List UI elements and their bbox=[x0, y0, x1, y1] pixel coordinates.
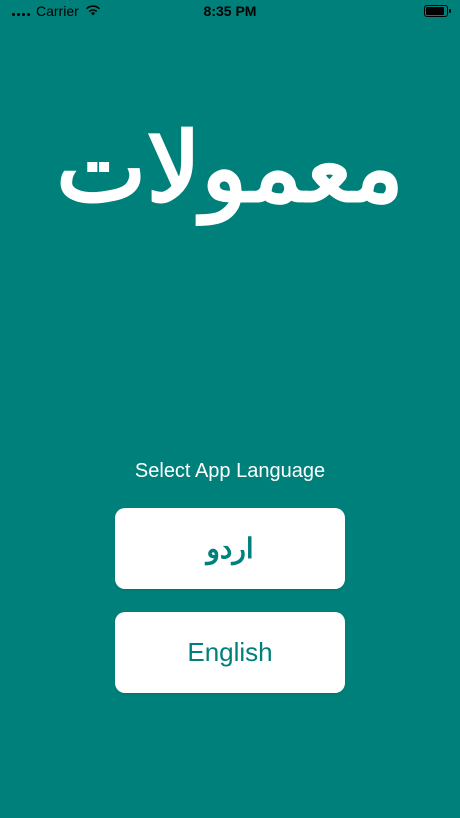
english-language-button-label: English bbox=[187, 637, 273, 667]
urdu-language-button-label: اردو bbox=[206, 532, 254, 565]
status-time: 8:35 PM bbox=[203, 3, 257, 19]
select-app-language-label: Select App Language bbox=[134, 460, 326, 482]
english-language-button[interactable]: English bbox=[115, 612, 345, 693]
app-logo-title: معمولات bbox=[56, 111, 404, 224]
battery-level bbox=[426, 7, 444, 15]
battery-icon bbox=[424, 5, 451, 17]
status-bar: Carrier 8:35 PM bbox=[0, 0, 460, 24]
urdu-language-button[interactable]: اردو bbox=[115, 508, 345, 589]
